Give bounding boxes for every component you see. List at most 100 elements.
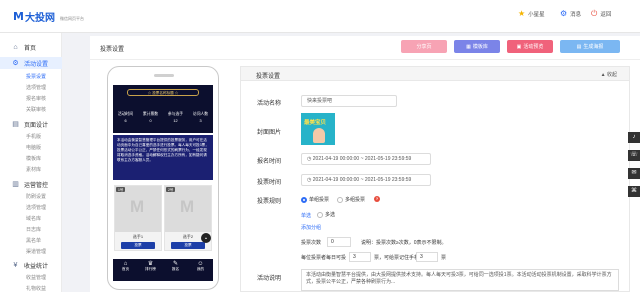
gear-icon: ⚙ bbox=[12, 60, 19, 67]
sidebar-group-revenue[interactable]: ¥ 收益统计 bbox=[0, 259, 62, 271]
candidate-number: 1号 bbox=[116, 187, 126, 192]
sidebar-group-operations[interactable]: ▥ 运营管控 bbox=[0, 178, 62, 190]
vote-button[interactable]: 投票 bbox=[121, 242, 155, 249]
stat-activity-time: 活动时间 6 bbox=[113, 111, 138, 125]
back-link[interactable]: ⏻ 返回 bbox=[591, 9, 611, 19]
activity-name-input[interactable]: 快来投票吧 bbox=[301, 95, 397, 107]
collapse-toggle[interactable]: ▲ 收起 bbox=[601, 71, 617, 78]
sidebar-item-link-review[interactable]: 关联审核 bbox=[26, 106, 46, 113]
tab-signup[interactable]: ✎ 报名 bbox=[163, 259, 188, 281]
candidate-number: 2号 bbox=[166, 187, 176, 192]
sidebar-item-domains[interactable]: 域名库 bbox=[26, 215, 41, 222]
sidebar-group-label: 活动设置 bbox=[24, 61, 49, 68]
user-avatar-icon: ★ bbox=[518, 9, 526, 18]
tab-label: 报名 bbox=[171, 267, 180, 271]
stat-participants: 参与选手 12 bbox=[163, 111, 188, 125]
cover-image[interactable]: 最美宝贝 bbox=[301, 113, 335, 145]
choose-single[interactable]: 单选 bbox=[301, 212, 311, 219]
bell-icon[interactable]: ♪ bbox=[628, 132, 640, 143]
chat-icon[interactable]: ✉ bbox=[628, 168, 640, 179]
panel-title: 投票设置 bbox=[256, 74, 281, 80]
sidebar-item-assets[interactable]: 素材库 bbox=[26, 166, 41, 173]
preview-icon: ▣ bbox=[516, 43, 522, 50]
share-page-button[interactable]: 分享页 bbox=[401, 40, 447, 53]
daily-vote-input[interactable]: 3 bbox=[349, 252, 371, 262]
radio-single-group[interactable]: 单组投票 bbox=[301, 196, 329, 203]
daily-vote-input-2[interactable]: 3 bbox=[416, 252, 438, 262]
intro-textarea[interactable]: 本活动由衡量智慧平台提供，由大投网提供技术支持。每人每天可投3票，可给同一选项投… bbox=[301, 269, 619, 291]
choose-multi[interactable]: 多选 bbox=[317, 211, 335, 218]
sidebar-item-option-management[interactable]: 选项管理 bbox=[26, 84, 46, 91]
phone-icon[interactable]: ☏ bbox=[628, 150, 640, 161]
sidebar-group-home[interactable]: ⌂ 首页 bbox=[0, 41, 62, 53]
cart-icon[interactable]: ⌘ bbox=[628, 186, 640, 197]
sidebar-item-channels[interactable]: 渠道管理 bbox=[26, 248, 46, 255]
activity-description: 本活动由衡量智慧管理平台提供的投票服务，用户可在活动页面中为自己喜爱的选手进行投… bbox=[113, 135, 213, 180]
sidebar-group-page-design[interactable]: ▤ 页面设计 bbox=[0, 118, 62, 130]
logo-mark-icon: M bbox=[13, 10, 24, 23]
gear-icon: ⚙ bbox=[560, 9, 568, 18]
poster-icon: ▤ bbox=[576, 43, 582, 50]
messages-label: 消息 bbox=[570, 11, 582, 18]
help-icon[interactable]: ? bbox=[374, 196, 380, 202]
sidebar-item-anti-fraud[interactable]: 防刷设置 bbox=[26, 193, 46, 200]
sidebar-item-logs[interactable]: 日志库 bbox=[26, 226, 41, 233]
sidebar-item-gift-revenue[interactable]: 礼物收益 bbox=[26, 285, 46, 292]
signup-time-input[interactable]: ◷ 2021-04-19 00:00:00 ~ 2021-05-19 23:59… bbox=[301, 153, 431, 165]
page-icon: ▤ bbox=[12, 121, 19, 128]
cover-child-figure bbox=[313, 128, 325, 143]
tab-ranking[interactable]: ♛ 排行榜 bbox=[138, 259, 163, 281]
stat-value: 12 bbox=[173, 119, 178, 123]
logo-subtitle: 微信网页平台 bbox=[59, 15, 84, 21]
add-group-link[interactable]: 添加分组 bbox=[301, 224, 321, 231]
sidebar-item-blacklist[interactable]: 黑名单 bbox=[26, 237, 41, 244]
radio-multi-group[interactable]: 多组投票 bbox=[337, 196, 365, 203]
sidebar-item-desktop[interactable]: 电脑版 bbox=[26, 144, 41, 151]
tab-home[interactable]: ⌂ 首页 bbox=[113, 259, 138, 281]
daily-vote-label: 每位投票者每日可投 bbox=[301, 255, 347, 261]
sidebar-item-option-management-2[interactable]: 选项管理 bbox=[26, 204, 46, 211]
phone-tab-bar: ⌂ 首页 ♛ 排行榜 ✎ 报名 ☺ 我的 bbox=[113, 259, 213, 281]
stat-value: 6 bbox=[124, 119, 127, 123]
activity-preview-button[interactable]: ▣ 活动预览 bbox=[507, 40, 553, 53]
generate-poster-button[interactable]: ▤ 生成海报 bbox=[560, 40, 620, 53]
sidebar-item-vote-settings[interactable]: 投票设置 bbox=[26, 73, 46, 80]
stat-label: 参与选手 bbox=[167, 112, 184, 116]
tab-mine[interactable]: ☺ 我的 bbox=[188, 259, 213, 281]
sidebar-item-mobile[interactable]: 手机版 bbox=[26, 133, 41, 140]
cover-image-text: 最美宝贝 bbox=[304, 120, 327, 126]
template-library-button[interactable]: ▦ 模板库 bbox=[454, 40, 500, 53]
radio-dot bbox=[301, 196, 307, 203]
tab-label: 排行榜 bbox=[145, 267, 156, 271]
sidebar-group-label: 收益统计 bbox=[24, 263, 49, 270]
user-menu[interactable]: ★ 小星星 bbox=[518, 9, 545, 18]
back-label: 返回 bbox=[600, 12, 612, 18]
logo[interactable]: M 大投网 微信网页平台 bbox=[13, 9, 84, 24]
messages-link[interactable]: ⚙ 消息 bbox=[560, 9, 581, 18]
sidebar-group-activity-settings[interactable]: ⚙ 活动设置 bbox=[0, 57, 62, 69]
back-to-top-icon[interactable]: ▲ bbox=[201, 233, 211, 243]
banner-title: ☆ 投票名称标题 ☆ bbox=[127, 89, 199, 96]
sidebar-item-templates[interactable]: 模板库 bbox=[26, 155, 41, 162]
candidate-card[interactable]: M 1号 选手1 投票 bbox=[114, 185, 162, 251]
vote-count-note: 说明：投票次数≥次数，0表示不限制。 bbox=[361, 240, 447, 246]
radio-label: 单组投票 bbox=[309, 197, 330, 203]
vote-button[interactable]: 投票 bbox=[171, 242, 205, 249]
sidebar-item-signup-review[interactable]: 报名审核 bbox=[26, 95, 46, 102]
stat-value: 3 bbox=[199, 119, 202, 123]
chart-icon: ▥ bbox=[12, 181, 19, 188]
sidebar-group-label: 运营管控 bbox=[24, 182, 49, 189]
sidebar-item-revenue-management[interactable]: 收益管理 bbox=[26, 274, 46, 281]
daily-vote-unit-2: 票 bbox=[441, 255, 447, 261]
phone-banner: ☆ 投票名称标题 ☆ 活动时间 6 累计票数 0 参与选手 12 访问人数 3 bbox=[113, 85, 213, 133]
cover-image-label: 封面图片 bbox=[257, 130, 282, 136]
vote-time-input[interactable]: ◷ 2021-04-19 00:00:00 ~ 2021-05-19 23:59… bbox=[301, 174, 431, 186]
stat-label: 累计票数 bbox=[142, 112, 159, 116]
candidate-name: 选手1 bbox=[132, 234, 144, 239]
phone-speaker bbox=[154, 74, 174, 77]
stat-label: 访问人数 bbox=[192, 112, 209, 116]
sidebar-group-label: 首页 bbox=[24, 45, 37, 52]
vote-count-input[interactable]: 0 bbox=[327, 237, 351, 247]
vote-time-label: 投票时间 bbox=[257, 180, 282, 186]
header-divider bbox=[90, 59, 640, 60]
